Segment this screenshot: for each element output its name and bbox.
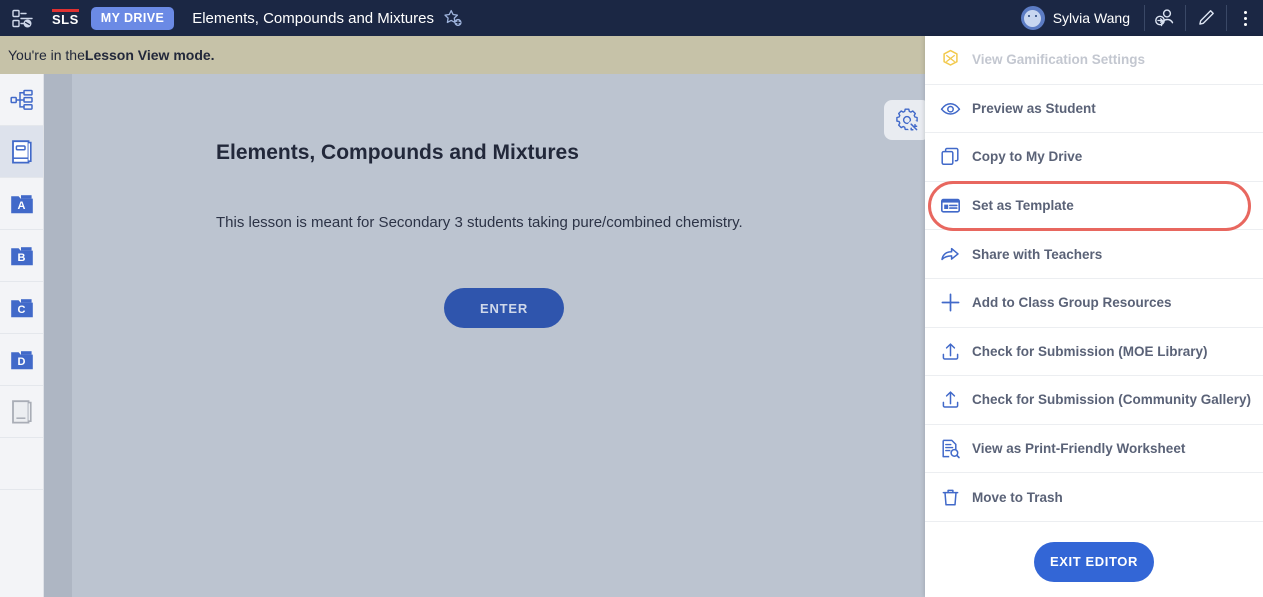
person-switch-icon[interactable] [1145, 0, 1185, 36]
sls-logo[interactable]: SLS [52, 9, 79, 27]
book-icon [11, 139, 32, 163]
pencil-icon[interactable] [1186, 0, 1226, 36]
upload-icon [940, 389, 966, 410]
avatar[interactable] [1020, 6, 1045, 30]
user-name: Sylvia Wang [1052, 10, 1130, 26]
document-search-icon [940, 438, 966, 459]
document-title: Elements, Compounds and Mixtures [192, 9, 434, 27]
menu-item-label: Set as Template [972, 198, 1074, 214]
menu-item-preview-as-student[interactable]: Preview as Student [925, 85, 1263, 134]
menu-item-view-gamification-settings: View Gamification Settings [925, 36, 1263, 85]
folder-label: A [17, 199, 26, 212]
top-bar-right: Sylvia Wang [1020, 0, 1263, 36]
trash-icon [940, 487, 966, 508]
menu-item-add-to-class-group-resources[interactable]: Add to Class Group Resources [925, 279, 1263, 328]
menu-item-move-to-trash[interactable]: Move to Trash [925, 473, 1263, 522]
menu-item-check-for-submission-community-gallery[interactable]: Check for Submission (Community Gallery) [925, 376, 1263, 425]
book-gray-icon [11, 399, 32, 423]
copy-icon [940, 146, 966, 167]
menu-item-check-for-submission-moe-library[interactable]: Check for Submission (MOE Library) [925, 328, 1263, 377]
enter-button[interactable]: ENTER [444, 288, 564, 328]
lesson-description: This lesson is meant for Secondary 3 stu… [216, 214, 743, 231]
sidebar-item-folder-b[interactable]: B [0, 230, 43, 282]
sidebar-spacer [0, 438, 43, 490]
folder-label: B [17, 251, 26, 264]
upload-icon [940, 341, 966, 362]
menu-item-set-as-template[interactable]: Set as Template [925, 180, 1263, 231]
sitemap-icon [9, 89, 33, 110]
notice-emphasis: Lesson View mode. [84, 47, 215, 63]
top-bar-left: SLS MY DRIVE Elements, Compounds and Mix… [0, 0, 463, 36]
menu-footer: EXIT EDITOR [925, 522, 1263, 597]
menu-item-share-with-teachers[interactable]: Share with Teachers [925, 230, 1263, 279]
sidebar-item-folder-a[interactable]: A [0, 178, 43, 230]
my-drive-badge[interactable]: MY DRIVE [90, 6, 175, 30]
menu-item-label: Move to Trash [972, 489, 1063, 505]
menu-item-label: Share with Teachers [972, 246, 1103, 262]
sidebar-item-folder-d[interactable]: D [0, 334, 43, 386]
hamburger-sitemap-icon[interactable] [8, 6, 38, 30]
sidebar-item-lesson[interactable] [0, 126, 43, 178]
exit-editor-button[interactable]: EXIT EDITOR [1034, 541, 1154, 582]
template-icon [940, 195, 966, 216]
content-left-strip [44, 74, 72, 597]
menu-item-label: Copy to My Drive [972, 149, 1083, 165]
page-title: Elements, Compounds and Mixtures [216, 141, 579, 164]
sidebar-item-sitemap[interactable] [0, 74, 43, 126]
menu-item-view-as-print-friendly-worksheet[interactable]: View as Print-Friendly Worksheet [925, 425, 1263, 474]
eye-icon [940, 98, 966, 119]
menu-item-label: View Gamification Settings [972, 52, 1146, 68]
menu-item-label: Check for Submission (Community Gallery) [972, 392, 1252, 408]
gear-collapse-icon[interactable] [884, 100, 930, 140]
kebab-menu-icon[interactable] [1227, 0, 1263, 36]
sidebar-item-notes[interactable] [0, 386, 43, 438]
notice-prefix: You're in the [8, 47, 85, 63]
app-root: SLS MY DRIVE Elements, Compounds and Mix… [0, 0, 1263, 597]
folder-label: C [17, 303, 26, 316]
sidebar-item-folder-c[interactable]: C [0, 282, 43, 334]
share-arrow-icon [940, 244, 966, 265]
menu-item-label: Check for Submission (MOE Library) [972, 343, 1208, 359]
gem-icon [940, 49, 966, 70]
folder-label: D [17, 355, 26, 368]
avatar-face-icon [1024, 9, 1042, 27]
left-rail: A B C D [0, 74, 44, 597]
star-add-icon[interactable] [443, 9, 463, 28]
top-bar: SLS MY DRIVE Elements, Compounds and Mix… [0, 0, 1263, 36]
menu-item-label: Add to Class Group Resources [972, 295, 1172, 311]
menu-item-copy-to-my-drive[interactable]: Copy to My Drive [925, 133, 1263, 182]
menu-item-label: View as Print-Friendly Worksheet [972, 441, 1186, 457]
overflow-menu-panel: View Gamification Settings Preview as St… [925, 36, 1263, 597]
plus-icon [940, 292, 966, 313]
menu-item-label: Preview as Student [972, 100, 1096, 116]
